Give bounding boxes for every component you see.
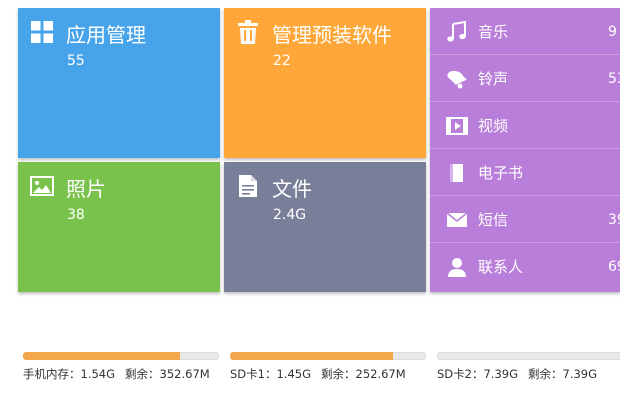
storage-free-label: 剩余：352.67M — [125, 367, 210, 381]
media-item-sms[interactable]: 短信 39 — [430, 196, 620, 243]
storage-text: 手机内存：1.54G 剩余：352.67M — [23, 366, 210, 382]
tile-photos[interactable]: 照片 38 — [18, 162, 220, 292]
music-note-icon — [446, 20, 468, 43]
storage-progress-bar — [437, 352, 620, 360]
tile-count: 2.4G — [273, 207, 307, 223]
media-item-ebook[interactable]: 电子书 — [430, 149, 620, 196]
media-item-count: 9 — [608, 24, 617, 40]
media-item-label: 短信 — [478, 211, 509, 229]
storage-text: SD卡1：1.45G 剩余：252.67M — [230, 366, 406, 382]
tile-files[interactable]: 文件 2.4G — [224, 162, 426, 292]
picture-icon — [30, 174, 54, 198]
tile-title: 应用管理 — [66, 23, 146, 47]
media-item-label: 视频 — [478, 117, 509, 135]
media-panel: 音乐 9 铃声 53 视频 — [430, 8, 620, 292]
film-icon — [446, 115, 468, 137]
storage-used-label: 手机内存：1.54G — [23, 367, 116, 381]
tile-app-management[interactable]: 应用管理 55 — [18, 8, 220, 158]
media-item-count: 39 — [608, 212, 620, 228]
media-item-label: 铃声 — [478, 70, 509, 88]
storage-free-label: 剩余：7.39G — [528, 367, 598, 381]
person-icon — [446, 256, 468, 278]
media-item-label: 电子书 — [478, 164, 524, 182]
bell-icon — [446, 68, 468, 90]
storage-used-label: SD卡2：7.39G — [437, 367, 518, 381]
storage-text: SD卡2：7.39G 剩余：7.39G — [437, 366, 597, 382]
storage-progress-fill — [23, 352, 180, 360]
grid-icon — [30, 20, 54, 44]
storage-progress-fill — [230, 352, 393, 360]
media-item-label: 联系人 — [478, 258, 524, 276]
trash-icon — [236, 20, 260, 44]
tile-count: 38 — [67, 207, 85, 223]
media-item-video[interactable]: 视频 — [430, 102, 620, 149]
media-item-count: 53 — [608, 71, 620, 87]
media-item-contacts[interactable]: 联系人 69 — [430, 243, 620, 290]
document-icon — [236, 174, 260, 198]
envelope-icon — [446, 209, 468, 231]
tile-count: 22 — [273, 53, 291, 69]
media-item-ringtones[interactable]: 铃声 53 — [430, 55, 620, 102]
tile-title: 管理预装软件 — [272, 23, 392, 47]
storage-used-label: SD卡1：1.45G — [230, 367, 311, 381]
media-item-music[interactable]: 音乐 9 — [430, 8, 620, 55]
tile-preinstalled-software[interactable]: 管理预装软件 22 — [224, 8, 426, 158]
storage-progress-bar — [230, 352, 426, 360]
tile-count: 55 — [67, 53, 85, 69]
media-item-count: 69 — [608, 259, 620, 275]
storage-progress-bar — [23, 352, 219, 360]
book-icon — [446, 162, 468, 184]
storage-free-label: 剩余：252.67M — [321, 367, 406, 381]
tile-title: 照片 — [66, 177, 106, 201]
media-item-label: 音乐 — [478, 23, 509, 41]
tile-title: 文件 — [272, 177, 312, 201]
